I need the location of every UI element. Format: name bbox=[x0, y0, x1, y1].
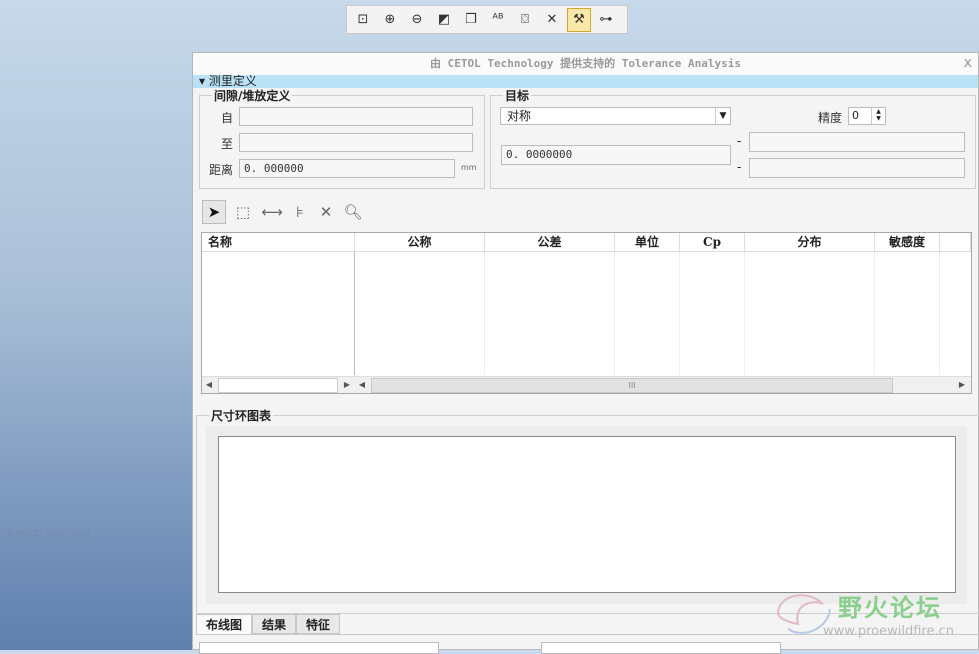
zoom-out-icon[interactable]: ⊖ bbox=[405, 8, 429, 32]
to-field[interactable] bbox=[239, 133, 473, 152]
zoom-fit-icon[interactable]: ⊡ bbox=[351, 8, 375, 32]
col-header-unit[interactable]: 单位 bbox=[615, 233, 680, 252]
target-type-value: 对称 bbox=[507, 109, 532, 123]
datum-display-icon[interactable]: ⚒ bbox=[567, 7, 591, 32]
graphics-toolbar: ⊡ ⊕ ⊖ ◩ ❒ ᴬᴮ ⌼ ✕ ⚒ ⊶ bbox=[346, 5, 628, 34]
name-column bbox=[202, 252, 355, 375]
cp-column bbox=[680, 252, 745, 375]
dimension-loop-canvas[interactable] bbox=[218, 436, 956, 593]
distance-label: 距离 bbox=[209, 163, 234, 177]
add-dimension-icon[interactable]: ⟷ bbox=[260, 200, 284, 224]
precision-value: 0 bbox=[852, 109, 859, 122]
model-status-text: 临时模型 XSEC0001 bbox=[6, 530, 92, 540]
distance-field[interactable]: 0. 000000 bbox=[239, 159, 455, 178]
unit-column bbox=[615, 252, 680, 375]
add-box-icon[interactable]: ⬚ bbox=[231, 200, 255, 224]
dimension-loop-legend: 尺寸环图表 bbox=[211, 409, 272, 423]
watermark: 野火论坛 www.proewildfire.cn bbox=[768, 584, 973, 648]
inspect-icon[interactable]: 🔍︎ bbox=[341, 200, 365, 224]
nominal-column bbox=[355, 252, 485, 375]
bottom-field[interactable] bbox=[199, 642, 439, 654]
annotation-icon[interactable]: ᴬᴮ bbox=[486, 8, 510, 32]
col-header-distribution[interactable]: 分布 bbox=[745, 233, 875, 252]
unit-label: mm bbox=[461, 163, 477, 172]
lower-dash: - bbox=[737, 160, 742, 174]
scroll-left-icon[interactable]: ◀ bbox=[355, 377, 369, 393]
scroll-left-icon[interactable]: ◀ bbox=[202, 377, 216, 393]
tab-features[interactable]: 特征 bbox=[296, 614, 340, 634]
sensitivity-column bbox=[875, 252, 940, 375]
col-header-name[interactable]: 名称 bbox=[202, 233, 355, 252]
zoom-in-icon[interactable]: ⊕ bbox=[378, 8, 402, 32]
view-orient-icon[interactable]: ❒ bbox=[459, 8, 483, 32]
close-icon[interactable]: x bbox=[964, 55, 972, 71]
scroll-thumb[interactable] bbox=[218, 378, 338, 393]
col-header-sensitivity[interactable]: 敏感度 bbox=[875, 233, 940, 252]
col-header-cp[interactable]: Cp bbox=[680, 233, 745, 252]
watermark-url: www.proewildfire.cn bbox=[823, 624, 954, 639]
upper-tol-field[interactable] bbox=[749, 132, 965, 152]
col-header-tolerance[interactable]: 公差 bbox=[485, 233, 615, 252]
to-label: 至 bbox=[221, 137, 234, 151]
scroll-right-icon[interactable]: ▶ bbox=[955, 377, 969, 393]
tolerance-column bbox=[485, 252, 615, 375]
spin-arrows-icon[interactable]: ▲ ▼ bbox=[871, 108, 885, 124]
analysis-name-field[interactable] bbox=[541, 642, 781, 654]
dialog-title: 由 CETOL Technology 提供支持的 Tolerance Analy… bbox=[193, 53, 978, 76]
repaint-icon[interactable]: ◩ bbox=[432, 8, 456, 32]
from-label: 自 bbox=[221, 111, 234, 125]
col-header-nominal[interactable]: 公称 bbox=[355, 233, 485, 252]
precision-label: 精度 bbox=[818, 111, 843, 125]
main-hscrollbar[interactable]: ◀ III ▶ bbox=[355, 376, 971, 393]
scroll-right-icon[interactable]: ▶ bbox=[340, 377, 354, 393]
tab-layout[interactable]: 布线图 bbox=[196, 614, 252, 634]
nominal-field[interactable]: 0. 0000000 bbox=[501, 145, 731, 165]
name-hscrollbar[interactable]: ◀ ▶ bbox=[202, 376, 355, 393]
upper-dash: - bbox=[737, 134, 742, 148]
target-legend: 目标 bbox=[505, 89, 530, 103]
scroll-thumb[interactable]: III bbox=[371, 378, 893, 393]
contributors-table: 名称 公称 公差 单位 Cp 分布 敏感度 ◀ ▶ ◀ III ▶ bbox=[201, 232, 972, 394]
network-icon[interactable]: ⊶ bbox=[594, 8, 618, 32]
col-header-extra bbox=[940, 233, 971, 252]
watermark-title: 野火论坛 bbox=[838, 594, 942, 622]
select-arrow-icon[interactable]: ➤ bbox=[202, 200, 226, 224]
add-stack-icon[interactable]: ⊧ bbox=[288, 200, 312, 224]
distribution-column bbox=[745, 252, 875, 375]
chevron-down-icon[interactable]: ▼ bbox=[715, 108, 730, 124]
snapshot-icon[interactable]: ⌼ bbox=[513, 8, 537, 32]
lower-tol-field[interactable] bbox=[749, 158, 965, 178]
target-type-select[interactable]: 对称 ▼ bbox=[500, 107, 731, 125]
from-field[interactable] bbox=[239, 107, 473, 126]
delete-icon[interactable]: ✕ bbox=[314, 200, 338, 224]
dim-hide-icon[interactable]: ✕ bbox=[540, 8, 564, 32]
precision-spinner[interactable]: 0 ▲ ▼ bbox=[848, 107, 886, 125]
gap-definition-legend: 间隙/堆放定义 bbox=[214, 89, 291, 103]
tab-results[interactable]: 结果 bbox=[252, 614, 296, 634]
